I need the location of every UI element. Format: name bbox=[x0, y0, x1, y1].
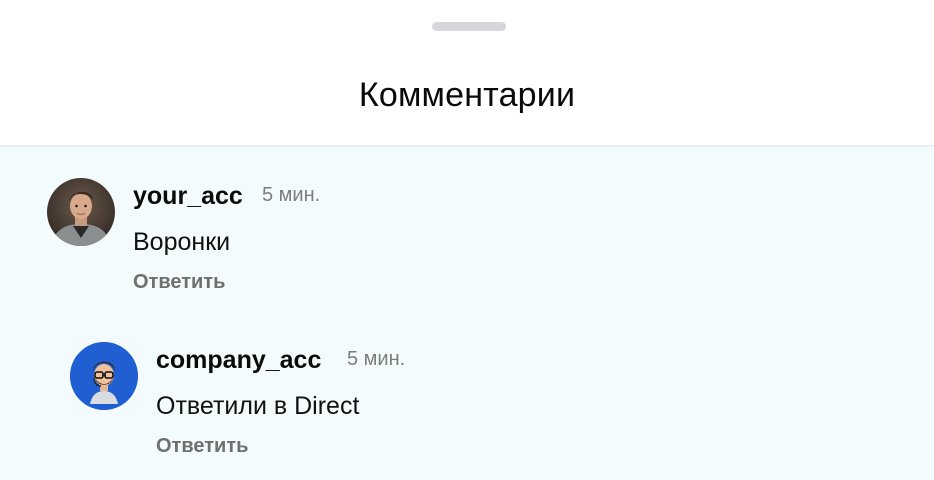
comments-sheet: Комментарии your_acc 5 мин. Воронки Отве… bbox=[0, 0, 934, 480]
comment-username[interactable]: company_acc bbox=[156, 346, 321, 375]
sheet-title: Комментарии bbox=[358, 76, 576, 114]
reply-button[interactable]: Ответить bbox=[156, 435, 248, 458]
comment-username[interactable]: your_acc bbox=[133, 182, 243, 211]
comment-time: 5 мин. bbox=[347, 348, 406, 370]
comment-item: company_acc 5 мин. Ответили в Direct Отв… bbox=[0, 307, 934, 480]
reply-button[interactable]: Ответить bbox=[133, 271, 225, 294]
user-photo-icon bbox=[47, 178, 115, 246]
comment-text: Ответили в Direct bbox=[156, 392, 360, 420]
memoji-avatar[interactable] bbox=[70, 342, 138, 410]
memoji-icon bbox=[70, 342, 138, 410]
drag-handle[interactable] bbox=[432, 22, 506, 31]
comments-list: your_acc 5 мин. Воронки Ответить company… bbox=[0, 147, 934, 480]
comment-text: Воронки bbox=[133, 228, 231, 256]
comment-item: your_acc 5 мин. Воронки Ответить bbox=[0, 147, 934, 307]
comment-time: 5 мин. bbox=[262, 184, 321, 206]
user-photo-avatar[interactable] bbox=[47, 178, 115, 246]
